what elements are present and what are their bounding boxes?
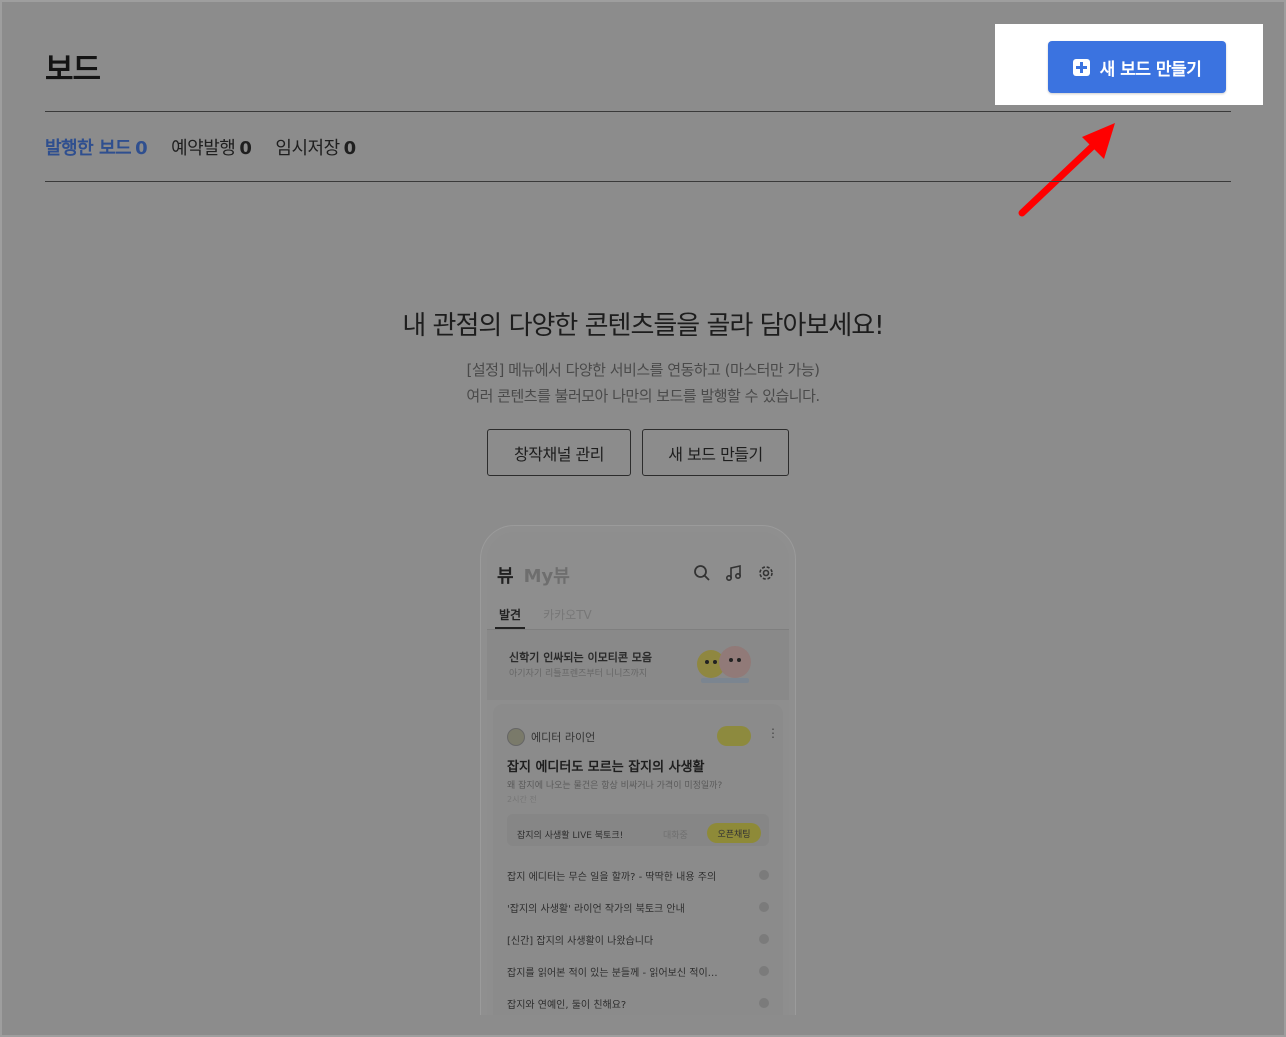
phone-live-text: 잡지의 사생활 LIVE 북토크! (517, 831, 624, 841)
tab-drafts-label: 임시저장 (275, 138, 340, 159)
phone-header: 뷰 My뷰 (497, 562, 570, 588)
phone-screen: 뷰 My뷰 발견 카카오TV 신학기 인싸되는 이모티콘 모음 아기자기 리틀프… (487, 532, 789, 1015)
list-item: 잡지 에디터는 무슨 일을 할까? - 딱딱한 내용 주의 (507, 872, 717, 883)
new-board-button-label: 새 보드 만들기 (1099, 59, 1202, 80)
list-item-dot (759, 870, 769, 880)
phone-article-title: 잡지 에디터도 모르는 잡지의 사생활 (507, 760, 705, 775)
tab-scheduled[interactable]: 예약발행 0 (171, 134, 252, 160)
phone-logo: 뷰 (497, 566, 514, 587)
create-board-button[interactable]: 새 보드 만들기 (642, 429, 789, 476)
chat-badge-icon (717, 726, 751, 746)
annotation-arrow-icon (1018, 123, 1115, 217)
gear-icon (759, 566, 773, 580)
phone-article-time: 2시간 전 (507, 795, 537, 804)
page-title: 보드 (45, 52, 101, 88)
tab-drafts[interactable]: 임시저장 0 (275, 134, 357, 160)
tabs-divider (45, 181, 1231, 182)
list-item: [신간] 잡지의 사생활이 나왔습니다 (507, 936, 654, 947)
list-item-dot (759, 998, 769, 1008)
avatar (507, 728, 525, 746)
tab-scheduled-label: 예약발행 (171, 138, 236, 159)
search-icon (694, 565, 710, 581)
phone-banner-title: 신학기 인싸되는 이모티콘 모음 (509, 651, 653, 664)
header-divider (45, 111, 1231, 112)
phone-mockup: 뷰 My뷰 발견 카카오TV 신학기 인싸되는 이모티콘 모음 아기자기 리틀프… (480, 525, 796, 1015)
phone-tab-discover: 발견 (499, 608, 522, 622)
phone-open-chat-button: 오픈채팅 (707, 823, 761, 843)
empty-state-desc-line2: 여러 콘텐츠를 불러모아 나만의 보드를 발행할 수 있습니다. (466, 387, 820, 405)
phone-author-name: 에디터 라이언 (531, 731, 596, 744)
phone-article-subtitle: 왜 잡지에 나오는 물건은 항상 비싸거나 가격이 미정일까? (507, 781, 723, 791)
empty-state-description: [설정] 메뉴에서 다양한 서비스를 연동하고 (마스터만 가능) 여러 콘텐츠… (0, 357, 1286, 409)
phone-tabs: 발견 카카오TV (499, 606, 592, 623)
music-icon (725, 565, 742, 582)
tab-drafts-count: 0 (343, 138, 357, 159)
board-tabs: 발행한 보드 0 예약발행 0 임시저장 0 (45, 134, 356, 160)
plus-square-icon (1072, 58, 1090, 76)
empty-state-desc-line1: [설정] 메뉴에서 다양한 서비스를 연동하고 (마스터만 가능) (466, 361, 820, 379)
phone-header-icons (693, 564, 775, 582)
phone-live-count: 대화중 (663, 831, 688, 841)
list-item-dot (759, 966, 769, 976)
phone-my-logo: My뷰 (523, 566, 570, 587)
phone-article-author: 에디터 라이언 (507, 728, 595, 746)
list-item: 잡지와 연예인, 둘이 친해요? (507, 1000, 627, 1011)
tab-published-count: 0 (135, 138, 148, 159)
phone-banner-subtitle: 아기자기 리틀프렌즈부터 니니즈까지 (509, 669, 648, 679)
list-item: 잡지를 읽어본 적이 있는 분들께 - 읽어보신 적이… (507, 968, 718, 979)
empty-state-headline: 내 관점의 다양한 콘텐츠들을 골라 담아보세요! (402, 311, 884, 341)
emoticon-characters-icon (697, 646, 751, 683)
more-vertical-icon: ⋮ (767, 726, 779, 740)
tab-published[interactable]: 발행한 보드 0 (45, 134, 148, 160)
new-board-button[interactable]: 새 보드 만들기 (1048, 41, 1226, 93)
manage-channel-button[interactable]: 창작채널 관리 (487, 429, 631, 476)
list-item-dot (759, 902, 769, 912)
list-item-dot (759, 934, 769, 944)
tab-published-label: 발행한 보드 (45, 138, 132, 159)
phone-tab-kakaotv: 카카오TV (543, 608, 592, 622)
list-item: '잡지의 사생활' 라이언 작가의 북토크 안내 (507, 904, 685, 915)
tab-scheduled-count: 0 (239, 138, 252, 159)
